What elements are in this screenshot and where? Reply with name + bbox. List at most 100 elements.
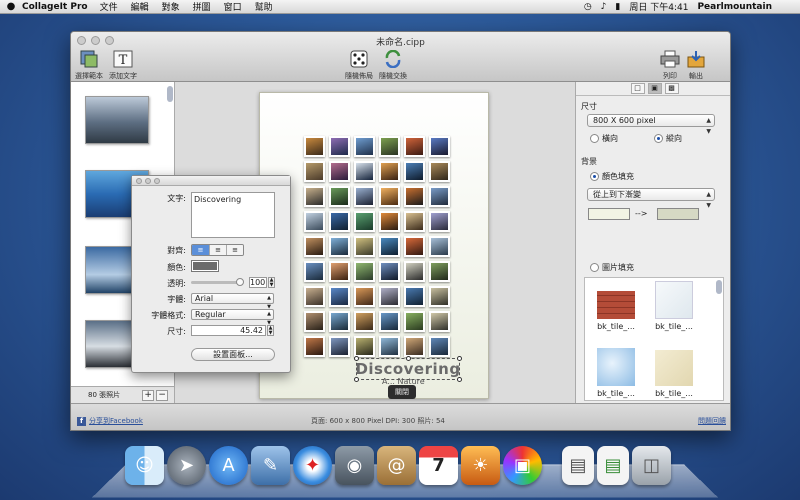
tab-photo[interactable]: ▩ xyxy=(664,83,679,94)
collage-photo[interactable] xyxy=(429,136,450,157)
menu-object[interactable]: 對象 xyxy=(162,0,180,13)
collage-photo[interactable] xyxy=(329,261,350,282)
collage-photo[interactable] xyxy=(379,236,400,257)
texture-tile[interactable]: bk_tile_... xyxy=(597,291,635,331)
add-text-button[interactable]: T 添加文字 xyxy=(109,49,137,81)
settings-panel-button[interactable]: 設置面板... xyxy=(191,348,275,361)
collage-photo[interactable] xyxy=(354,161,375,182)
trash-icon[interactable]: ◫ xyxy=(632,446,671,485)
print-button[interactable]: 列印 xyxy=(659,49,681,81)
collage-photo[interactable] xyxy=(354,336,375,357)
collage-photo[interactable] xyxy=(379,311,400,332)
collage-photo[interactable] xyxy=(404,186,425,207)
hud-close-button[interactable]: 關閉 xyxy=(388,385,416,399)
collage-photo[interactable] xyxy=(379,336,400,357)
resize-handle[interactable] xyxy=(457,377,462,382)
photo-list-scrollbar[interactable] xyxy=(167,86,173,102)
collage-photo[interactable] xyxy=(354,311,375,332)
collage-photo[interactable] xyxy=(304,136,325,157)
collage-photo[interactable] xyxy=(379,186,400,207)
add-photo-button[interactable]: + xyxy=(142,389,155,401)
collage-photo[interactable] xyxy=(429,211,450,232)
feedback-link[interactable]: 問題回饋 xyxy=(698,416,726,426)
collage-photo[interactable] xyxy=(354,211,375,232)
opacity-slider[interactable] xyxy=(191,278,244,286)
choose-template-button[interactable]: 選擇範本 xyxy=(75,49,103,81)
size-select[interactable]: 800 X 600 pixel ▲ ▼ xyxy=(587,114,715,135)
collage-photo[interactable] xyxy=(404,211,425,232)
document-icon[interactable]: ▤ xyxy=(597,446,629,485)
battery-icon[interactable]: ▮ xyxy=(615,2,620,12)
align-left-button[interactable]: ≡ xyxy=(192,245,209,255)
font-style-select[interactable]: Regular ▲ ▼ xyxy=(191,309,274,326)
export-button[interactable]: 輸出 xyxy=(685,49,707,81)
collage-photo[interactable] xyxy=(304,311,325,332)
collage-photo[interactable] xyxy=(304,336,325,357)
collage-photo[interactable] xyxy=(329,186,350,207)
time-machine-icon[interactable]: ◷ xyxy=(584,2,592,12)
launchpad-icon[interactable]: ➤ xyxy=(167,446,206,485)
menu-collage[interactable]: 拼圖 xyxy=(193,0,211,13)
collage-photo[interactable] xyxy=(404,261,425,282)
resize-handle[interactable] xyxy=(406,356,411,361)
collage-photo[interactable] xyxy=(304,236,325,257)
resize-handle[interactable] xyxy=(354,356,359,361)
align-right-button[interactable]: ≡ xyxy=(226,245,243,255)
panel-zoom-button[interactable] xyxy=(154,178,160,184)
menu-edit[interactable]: 編輯 xyxy=(131,0,149,13)
collage-photo[interactable] xyxy=(404,336,425,357)
collageit-icon[interactable]: ▣ xyxy=(503,446,542,485)
collage-photo[interactable] xyxy=(429,261,450,282)
collage-photo[interactable] xyxy=(404,311,425,332)
resize-handle[interactable] xyxy=(457,356,462,361)
collage-photo[interactable] xyxy=(404,236,425,257)
facetime-icon[interactable]: ◉ xyxy=(335,446,374,485)
app-store-icon[interactable]: A xyxy=(209,446,248,485)
collage-photo[interactable] xyxy=(379,211,400,232)
calendar-icon[interactable]: 7 xyxy=(419,446,458,485)
image-fill-radio[interactable]: 圖片填充 xyxy=(590,262,634,273)
menu-clock[interactable]: 周日 下午4:41 xyxy=(629,0,688,13)
collage-photo[interactable] xyxy=(379,261,400,282)
collage-photo[interactable] xyxy=(379,136,400,157)
collage-photo[interactable] xyxy=(354,186,375,207)
gradient-select[interactable]: 從上到下漸變 ▲ ▼ xyxy=(587,188,715,209)
collage-photo[interactable] xyxy=(354,261,375,282)
share-facebook-link[interactable]: f 分享到Facebook xyxy=(77,416,143,426)
texture-tile[interactable]: bk_tile_... xyxy=(655,350,693,398)
collage-photo[interactable] xyxy=(329,311,350,332)
collage-page[interactable]: Discovering A... Nature 關閉 xyxy=(259,92,489,399)
menu-window[interactable]: 窗口 xyxy=(224,0,242,13)
text-color-well[interactable] xyxy=(191,260,219,272)
color-fill-radio[interactable]: 顏色填充 xyxy=(590,171,634,182)
app-menu[interactable]: CollageIt Pro xyxy=(22,2,88,12)
menu-file[interactable]: 文件 xyxy=(100,0,118,13)
collage-photo[interactable] xyxy=(304,211,325,232)
collage-photo[interactable] xyxy=(329,236,350,257)
collage-photo[interactable] xyxy=(404,161,425,182)
apple-menu-icon[interactable]: ● xyxy=(0,1,22,12)
collage-photo[interactable] xyxy=(354,136,375,157)
panel-minimize-button[interactable] xyxy=(145,178,151,184)
random-swap-button[interactable]: 隨機交換 xyxy=(379,49,407,81)
iphoto-icon[interactable]: ☀ xyxy=(461,446,500,485)
opacity-input[interactable]: 100 xyxy=(249,277,267,288)
opacity-stepper[interactable]: ▲ ▼ xyxy=(268,277,275,288)
panel-close-button[interactable] xyxy=(136,178,142,184)
font-size-stepper[interactable]: ▲ ▼ xyxy=(267,325,274,336)
menu-help[interactable]: 幫助 xyxy=(255,0,273,13)
gradient-end-color[interactable] xyxy=(657,208,699,220)
address-book-icon[interactable]: @ xyxy=(377,446,416,485)
text-input[interactable]: Discovering xyxy=(191,192,275,238)
portrait-radio[interactable]: 縱向 xyxy=(654,133,682,144)
collage-photo[interactable] xyxy=(429,186,450,207)
collage-photo[interactable] xyxy=(329,136,350,157)
collage-photo[interactable] xyxy=(304,286,325,307)
font-select[interactable]: Arial ▲ ▼ xyxy=(191,293,274,310)
menu-user[interactable]: Pearlmountain xyxy=(697,2,772,12)
texture-list[interactable]: bk_tile_... bk_tile_... bk_tile_... bk_t… xyxy=(584,277,724,401)
collage-photo[interactable] xyxy=(304,261,325,282)
collage-photo[interactable] xyxy=(354,236,375,257)
collage-photo[interactable] xyxy=(329,161,350,182)
collage-photo[interactable] xyxy=(429,236,450,257)
